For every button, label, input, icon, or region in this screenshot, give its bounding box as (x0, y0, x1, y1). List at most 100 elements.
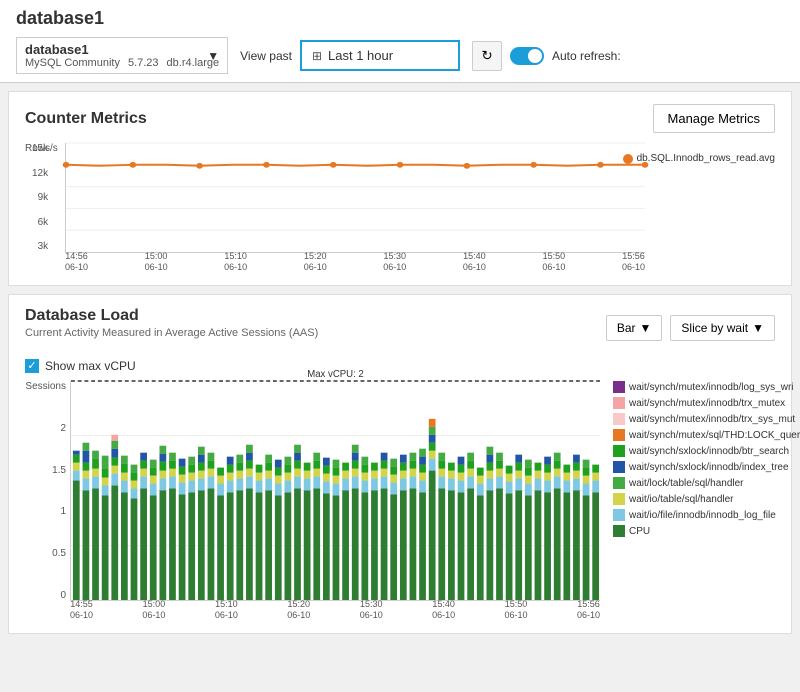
counter-metrics-title: Counter Metrics (25, 110, 147, 128)
db-version: 5.7.23 (128, 57, 159, 69)
y-tick: 0.5 (52, 548, 66, 559)
slice-by-dropdown[interactable]: Slice by wait ▼ (670, 315, 775, 341)
slice-by-label: Slice by wait (681, 321, 748, 335)
view-past-label: View past (240, 49, 292, 63)
legend-label: wait/synch/mutex/innodb/trx_sys_mut (629, 414, 795, 425)
x-tick: 15:4006-10 (463, 251, 486, 273)
chart-type-label: Bar (617, 321, 636, 335)
x-tick: 15:5006-10 (542, 251, 565, 273)
svg-text:Max vCPU: 2: Max vCPU: 2 (307, 369, 364, 380)
calendar-icon: ⊞ (312, 49, 322, 63)
load-chart-bars: Max vCPU: 2 (70, 381, 600, 601)
counter-legend-label: db.SQL.Innodb_rows_read.avg (637, 153, 775, 164)
counter-metrics-section: Counter Metrics Manage Metrics Rows/s (8, 91, 792, 286)
chevron-down-icon: ▼ (640, 321, 652, 335)
top-controls: database1 MySQL Community 5.7.23 db.r4.l… (16, 37, 784, 74)
legend-color-swatch (613, 397, 625, 409)
counter-chart-svg (66, 143, 645, 252)
show-vcpu-row: ✓ Show max vCPU (25, 359, 775, 373)
checkmark-icon: ✓ (27, 361, 36, 372)
legend-dot (623, 154, 633, 164)
legend-color-swatch (613, 525, 625, 537)
legend-color-swatch (613, 477, 625, 489)
chevron-down-icon: ▼ (207, 49, 219, 63)
x-tick: 15:1006-10 (215, 599, 238, 621)
legend-label: wait/synch/mutex/innodb/log_sys_wri (629, 382, 794, 393)
view-past-value: Last 1 hour (328, 48, 393, 63)
refresh-controls: ↻ Auto refresh: (472, 41, 621, 71)
legend-label: wait/lock/table/sql/handler (629, 478, 744, 489)
db-selector-name: database1 (25, 42, 219, 57)
legend-item: wait/synch/sxlock/innodb/btr_search (613, 445, 775, 457)
x-tick: 15:2006-10 (287, 599, 310, 621)
auto-refresh-toggle[interactable] (510, 47, 544, 65)
y-tick: 12k (32, 168, 48, 179)
y-tick: 2 (60, 423, 66, 434)
database-load-section: Database Load Current Activity Measured … (8, 294, 792, 634)
legend-label: wait/io/table/sql/handler (629, 494, 734, 505)
chevron-down-icon: ▼ (752, 321, 764, 335)
toggle-thumb (528, 49, 542, 63)
page-header: database1 database1 MySQL Community 5.7.… (0, 0, 800, 83)
load-y-axis: Sessions 2 1.5 1 0.5 0 (25, 381, 70, 601)
legend-item: wait/synch/mutex/innodb/log_sys_wri (613, 381, 775, 393)
x-tick: 14:5506-10 (70, 599, 93, 621)
legend-color-swatch (613, 493, 625, 505)
legend-item: CPU (613, 525, 775, 537)
db-selector-meta: MySQL Community 5.7.23 db.r4.large (25, 57, 219, 69)
legend-item: wait/synch/mutex/innodb/trx_sys_mut (613, 413, 775, 425)
view-past-select[interactable]: ⊞ Last 1 hour (300, 40, 460, 71)
view-past-wrapper: View past ⊞ Last 1 hour (240, 40, 460, 71)
load-x-axis: 14:5506-10 15:0006-10 15:1006-10 15:2006… (70, 599, 600, 621)
legend-item: wait/lock/table/sql/handler (613, 477, 775, 489)
chart-type-dropdown[interactable]: Bar ▼ (606, 315, 663, 341)
show-vcpu-label: Show max vCPU (45, 359, 136, 373)
load-chart-legend: wait/synch/mutex/innodb/log_sys_wri wait… (605, 381, 775, 621)
x-tick: 15:0006-10 (145, 251, 168, 273)
legend-label: wait/synch/sxlock/innodb/btr_search (629, 446, 789, 457)
y-tick: 1 (60, 506, 66, 517)
load-chart-area: Sessions 2 1.5 1 0.5 0 Max vCPU: 2 (25, 381, 775, 621)
legend-item: wait/io/file/innodb/innodb_log_file (613, 509, 775, 521)
counter-x-axis: 14:5606-10 15:0006-10 15:1006-10 15:2006… (65, 251, 645, 273)
y-tick: 0 (60, 590, 66, 601)
counter-metrics-header: Counter Metrics Manage Metrics (25, 104, 775, 133)
show-vcpu-checkbox[interactable]: ✓ (25, 359, 39, 373)
manage-metrics-button[interactable]: Manage Metrics (653, 104, 775, 133)
x-tick: 15:5006-10 (505, 599, 528, 621)
auto-refresh-label: Auto refresh: (552, 49, 621, 63)
legend-color-swatch (613, 461, 625, 473)
y-tick: 6k (32, 217, 48, 228)
legend-color-swatch (613, 381, 625, 393)
counter-chart-inner: 15k 12k 9k 6k 3k (65, 143, 645, 253)
x-tick: 14:5606-10 (65, 251, 88, 273)
y-tick: 3k (32, 241, 48, 252)
x-tick: 15:5606-10 (577, 599, 600, 621)
y-tick: 9k (32, 192, 48, 203)
database-load-title-group: Database Load Current Activity Measured … (25, 307, 318, 349)
database-load-controls: Bar ▼ Slice by wait ▼ (606, 315, 775, 341)
y-label-sessions: Sessions (25, 381, 66, 392)
counter-chart-legend: db.SQL.Innodb_rows_read.avg (623, 153, 775, 164)
page-title: database1 (16, 8, 784, 29)
database-load-header: Database Load Current Activity Measured … (25, 307, 775, 349)
legend-color-swatch (613, 445, 625, 457)
database-load-title: Database Load (25, 307, 139, 324)
legend-label: wait/synch/mutex/sql/THD:LOCK_quer (629, 430, 800, 441)
db-engine: MySQL Community (25, 57, 120, 69)
legend-label: wait/synch/sxlock/innodb/index_tree (629, 462, 789, 473)
x-tick: 15:2006-10 (304, 251, 327, 273)
legend-label: wait/synch/mutex/innodb/trx_mutex (629, 398, 785, 409)
legend-color-swatch (613, 413, 625, 425)
y-tick: 15k (32, 143, 48, 154)
x-tick: 15:5606-10 (622, 251, 645, 273)
legend-label: CPU (629, 526, 650, 537)
x-tick: 15:3006-10 (360, 599, 383, 621)
x-tick: 15:3006-10 (383, 251, 406, 273)
counter-chart-area: Rows/s (25, 143, 775, 273)
legend-color-swatch (613, 509, 625, 521)
y-tick: 1.5 (52, 465, 66, 476)
refresh-button[interactable]: ↻ (472, 41, 502, 71)
legend-label: wait/io/file/innodb/innodb_log_file (629, 510, 776, 521)
db-selector[interactable]: database1 MySQL Community 5.7.23 db.r4.l… (16, 37, 228, 74)
